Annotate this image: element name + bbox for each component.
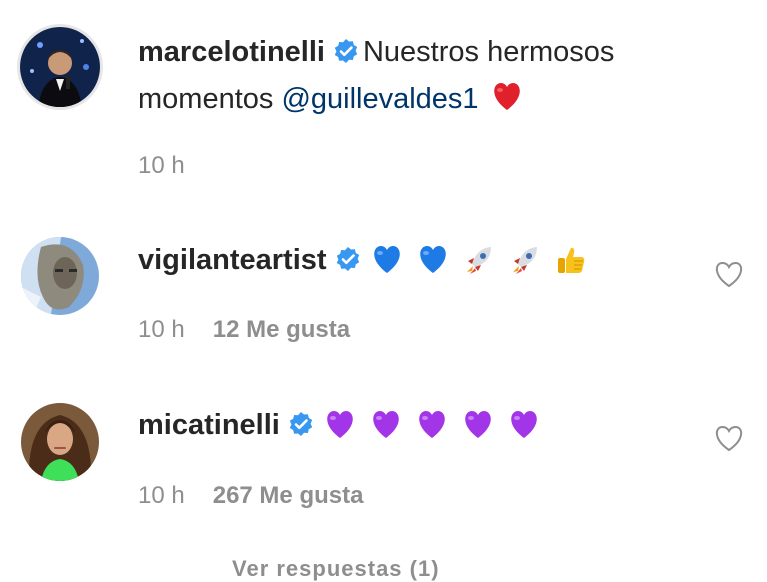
comment-likes-count[interactable]: 12 Me gusta xyxy=(213,316,350,343)
comment-likes-count[interactable]: 267 Me gusta xyxy=(213,482,364,509)
like-heart-icon[interactable] xyxy=(714,261,744,294)
verified-badge-icon xyxy=(335,241,361,285)
purple-heart-icon xyxy=(462,409,494,453)
like-heart-icon[interactable] xyxy=(714,425,744,458)
caption-text: Nuestros hermosos xyxy=(362,36,615,68)
rocket-icon xyxy=(509,244,541,289)
purple-heart-icon xyxy=(324,409,356,453)
avatar-vigilanteartist[interactable] xyxy=(21,237,99,315)
comment-emojis xyxy=(371,244,587,289)
purple-heart-icon xyxy=(416,409,448,453)
avatar-marcelotinelli[interactable] xyxy=(17,24,103,110)
blue-heart-icon xyxy=(371,244,403,288)
comment-meta: 10 h 267 Me gusta xyxy=(138,482,363,510)
caption-block: marcelotinelli Nuestros hermosos momento… xyxy=(138,30,738,125)
avatar-micatinelli[interactable] xyxy=(21,403,99,481)
view-replies-link[interactable]: Ver respuestas (1) xyxy=(232,556,440,582)
comment-username[interactable]: vigilanteartist xyxy=(138,244,327,276)
verified-badge-icon xyxy=(333,33,359,77)
caption-text-line2: momentos xyxy=(138,83,274,115)
comment-emojis xyxy=(324,409,540,453)
comment-thread: marcelotinelli Nuestros hermosos momento… xyxy=(0,0,767,581)
caption-mention-link[interactable]: @guillevaldes1 xyxy=(281,83,478,115)
purple-heart-icon xyxy=(370,409,402,453)
comment-timestamp[interactable]: 10 h xyxy=(138,482,185,509)
caption-meta: 10 h xyxy=(138,152,185,180)
purple-heart-icon xyxy=(508,409,540,453)
comment-username[interactable]: micatinelli xyxy=(138,409,280,441)
blue-heart-icon xyxy=(417,244,449,288)
red-heart-icon xyxy=(491,81,523,125)
rocket-icon xyxy=(463,244,495,289)
caption-username[interactable]: marcelotinelli xyxy=(138,36,325,68)
comment-vigilanteartist: vigilanteartist xyxy=(138,238,587,289)
comment-meta: 10 h 12 Me gusta xyxy=(138,316,350,344)
caption-timestamp[interactable]: 10 h xyxy=(138,152,185,179)
thumbs-up-icon xyxy=(555,244,587,289)
verified-badge-icon xyxy=(288,406,314,450)
comment-timestamp[interactable]: 10 h xyxy=(138,316,185,343)
comment-micatinelli: micatinelli xyxy=(138,403,540,453)
